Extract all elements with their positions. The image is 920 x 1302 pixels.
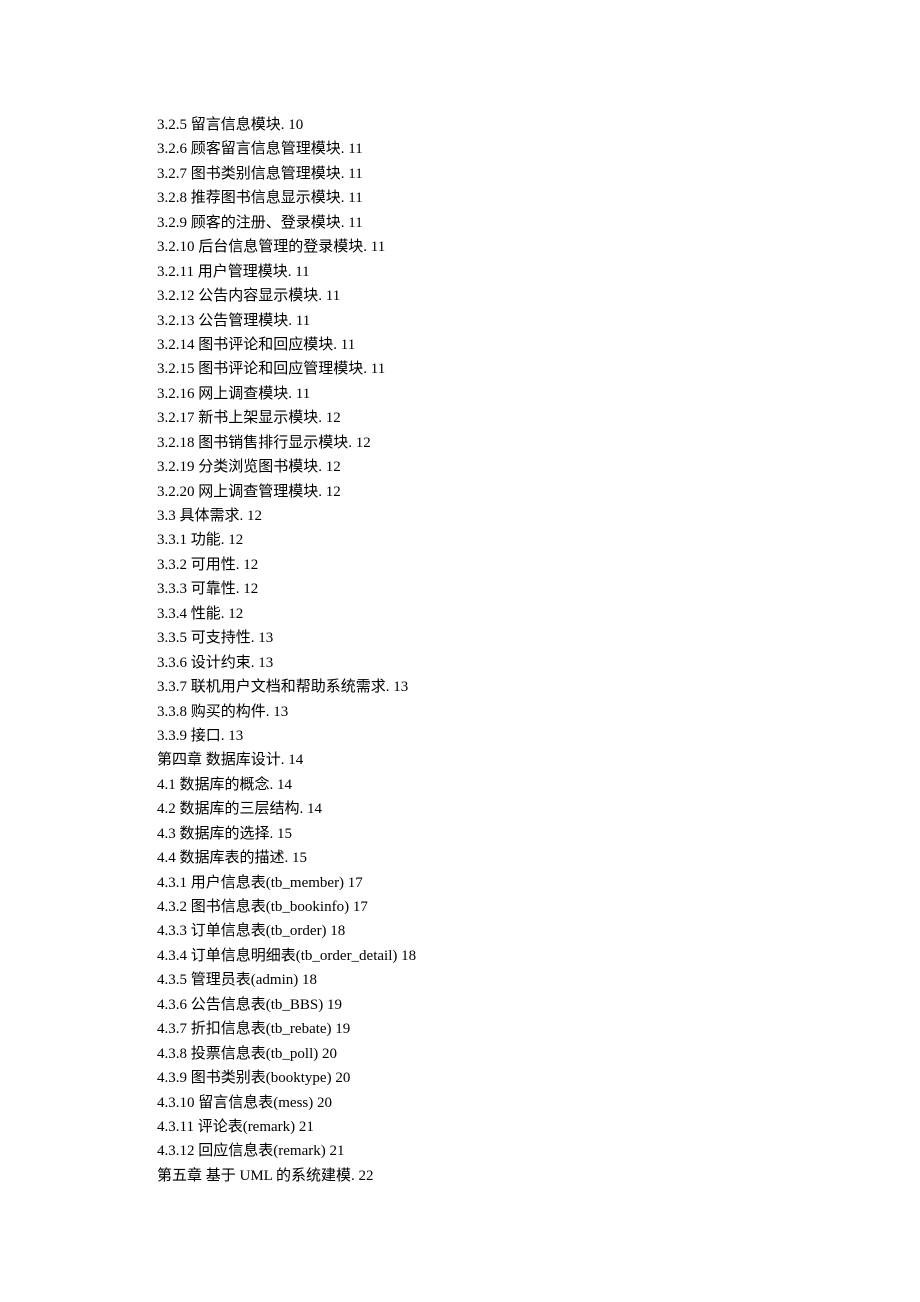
toc-entry: 3.3.6 设计约束. 13 bbox=[157, 651, 820, 675]
toc-entry: 3.2.6 顾客留言信息管理模块. 11 bbox=[157, 137, 820, 161]
toc-entry: 3.2.18 图书销售排行显示模块. 12 bbox=[157, 431, 820, 455]
toc-entry: 3.2.20 网上调查管理模块. 12 bbox=[157, 480, 820, 504]
toc-entry: 4.4 数据库表的描述. 15 bbox=[157, 846, 820, 870]
toc-entry: 4.3.1 用户信息表(tb_member) 17 bbox=[157, 871, 820, 895]
toc-entry: 4.3.10 留言信息表(mess) 20 bbox=[157, 1091, 820, 1115]
toc-entry: 3.3.9 接口. 13 bbox=[157, 724, 820, 748]
toc-entry: 3.2.15 图书评论和回应管理模块. 11 bbox=[157, 357, 820, 381]
toc-entry: 3.2.17 新书上架显示模块. 12 bbox=[157, 406, 820, 430]
toc-entry: 3.2.11 用户管理模块. 11 bbox=[157, 260, 820, 284]
toc-entry: 4.3.4 订单信息明细表(tb_order_detail) 18 bbox=[157, 944, 820, 968]
toc-entry: 4.3.3 订单信息表(tb_order) 18 bbox=[157, 919, 820, 943]
toc-entry: 3.2.7 图书类别信息管理模块. 11 bbox=[157, 162, 820, 186]
toc-entry: 3.2.14 图书评论和回应模块. 11 bbox=[157, 333, 820, 357]
toc-entry: 4.3 数据库的选择. 15 bbox=[157, 822, 820, 846]
toc-entry: 第四章 数据库设计. 14 bbox=[157, 748, 820, 772]
toc-entry: 3.2.13 公告管理模块. 11 bbox=[157, 309, 820, 333]
toc-entry: 4.3.7 折扣信息表(tb_rebate) 19 bbox=[157, 1017, 820, 1041]
table-of-contents: 3.2.5 留言信息模块. 10 3.2.6 顾客留言信息管理模块. 11 3.… bbox=[157, 113, 820, 1188]
toc-entry: 4.3.12 回应信息表(remark) 21 bbox=[157, 1139, 820, 1163]
toc-entry: 4.3.8 投票信息表(tb_poll) 20 bbox=[157, 1042, 820, 1066]
toc-entry: 3.2.9 顾客的注册、登录模块. 11 bbox=[157, 211, 820, 235]
toc-entry: 3.3.2 可用性. 12 bbox=[157, 553, 820, 577]
toc-entry: 4.3.6 公告信息表(tb_BBS) 19 bbox=[157, 993, 820, 1017]
toc-entry: 4.3.5 管理员表(admin) 18 bbox=[157, 968, 820, 992]
toc-entry: 3.3.7 联机用户文档和帮助系统需求. 13 bbox=[157, 675, 820, 699]
toc-entry: 3.2.16 网上调查模块. 11 bbox=[157, 382, 820, 406]
toc-entry: 3.3.4 性能. 12 bbox=[157, 602, 820, 626]
toc-entry: 4.2 数据库的三层结构. 14 bbox=[157, 797, 820, 821]
toc-entry: 3.3.1 功能. 12 bbox=[157, 528, 820, 552]
toc-entry: 3.3.8 购买的构件. 13 bbox=[157, 700, 820, 724]
toc-entry: 3.3 具体需求. 12 bbox=[157, 504, 820, 528]
toc-entry: 第五章 基于 UML 的系统建模. 22 bbox=[157, 1164, 820, 1188]
toc-entry: 4.3.2 图书信息表(tb_bookinfo) 17 bbox=[157, 895, 820, 919]
toc-entry: 3.2.12 公告内容显示模块. 11 bbox=[157, 284, 820, 308]
toc-entry: 3.2.10 后台信息管理的登录模块. 11 bbox=[157, 235, 820, 259]
toc-entry: 4.1 数据库的概念. 14 bbox=[157, 773, 820, 797]
toc-entry: 4.3.9 图书类别表(booktype) 20 bbox=[157, 1066, 820, 1090]
toc-entry: 3.3.5 可支持性. 13 bbox=[157, 626, 820, 650]
toc-entry: 3.2.19 分类浏览图书模块. 12 bbox=[157, 455, 820, 479]
toc-entry: 3.2.5 留言信息模块. 10 bbox=[157, 113, 820, 137]
toc-entry: 4.3.11 评论表(remark) 21 bbox=[157, 1115, 820, 1139]
toc-entry: 3.2.8 推荐图书信息显示模块. 11 bbox=[157, 186, 820, 210]
toc-entry: 3.3.3 可靠性. 12 bbox=[157, 577, 820, 601]
